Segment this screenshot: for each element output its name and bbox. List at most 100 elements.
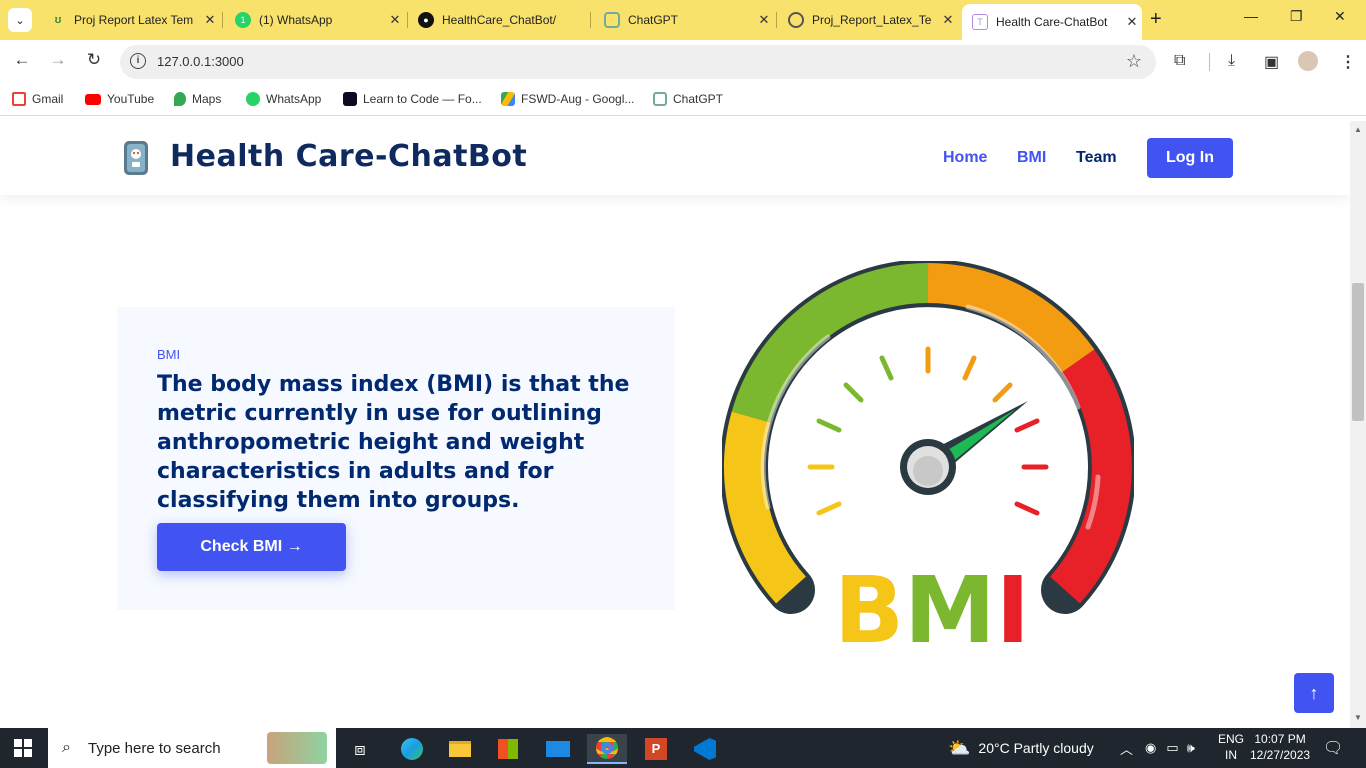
bookmarks-bar: Gmail YouTube Maps WhatsApp Learn to Cod…: [0, 84, 1366, 116]
bookmark-gmail[interactable]: Gmail: [12, 92, 63, 106]
tab-search-button[interactable]: ⌄: [8, 8, 32, 32]
side-panel-icon[interactable]: ▣: [1264, 52, 1279, 72]
close-window-button[interactable]: ✕: [1334, 8, 1346, 25]
mail-icon[interactable]: [538, 734, 578, 764]
new-tab-button[interactable]: +: [1150, 8, 1162, 31]
clock-time: 10:07 PM: [1254, 732, 1306, 746]
star-icon[interactable]: ☆: [1126, 51, 1142, 72]
gauge-label-i: I: [995, 557, 1030, 664]
download-icon[interactable]: ⤓: [1228, 52, 1235, 70]
bookmark-chatgpt[interactable]: ChatGPT: [653, 92, 723, 106]
youtube-icon: [85, 93, 101, 105]
tray-icons[interactable]: ︿ ◉ ▭ 🕪: [1120, 728, 1195, 768]
overleaf-icon: ʊ: [54, 14, 62, 26]
page-scrollbar[interactable]: ▲ ▼: [1350, 121, 1366, 728]
close-icon[interactable]: ✕: [200, 12, 220, 28]
edge-icon[interactable]: [392, 734, 432, 764]
tab-strip: ⌄ ʊ Proj Report Latex Tem ✕ 1 (1) WhatsA…: [0, 0, 1366, 40]
store-icon[interactable]: [488, 734, 528, 764]
vscode-icon[interactable]: [685, 734, 725, 764]
weather-icon: ⛅: [948, 737, 971, 758]
gauge-label-m: M: [904, 557, 996, 664]
chrome-icon[interactable]: [587, 734, 627, 764]
tab-health-care-chatbot[interactable]: T Health Care-ChatBot ✕: [962, 4, 1142, 40]
volume-icon[interactable]: 🕪: [1187, 740, 1195, 756]
arrow-up-icon: ↑: [1309, 682, 1319, 703]
tab-proj-report[interactable]: ʊ Proj Report Latex Tem ✕: [40, 4, 220, 36]
minimize-button[interactable]: —: [1244, 8, 1258, 24]
tab-chatgpt[interactable]: ChatGPT ✕: [594, 4, 774, 36]
reload-button[interactable]: ↻: [82, 50, 106, 70]
bookmark-freecodecamp[interactable]: Learn to Code — Fo...: [343, 92, 482, 106]
region-label: IN: [1225, 748, 1237, 762]
freecodecamp-icon: [343, 92, 357, 106]
search-icon: ⌕: [62, 739, 71, 756]
file-explorer-icon[interactable]: [440, 734, 480, 764]
nav-team[interactable]: Team: [1076, 149, 1117, 167]
avatar[interactable]: [1298, 51, 1318, 71]
chatbot-logo-icon: [124, 141, 148, 175]
scroll-thumb[interactable]: [1352, 283, 1364, 421]
login-button[interactable]: Log In: [1147, 138, 1233, 178]
info-icon[interactable]: i: [130, 53, 146, 69]
clock-date: 12/27/2023: [1250, 748, 1311, 762]
browser-toolbar: ← → ↻ i 127.0.0.1:3000 ☆ ⧉ ⤓ ▣ ⋮: [0, 40, 1366, 84]
language-indicator[interactable]: ENG IN: [1218, 731, 1244, 763]
section-tag: BMI: [157, 347, 181, 362]
tab-separator: [222, 12, 223, 28]
bookmark-youtube[interactable]: YouTube: [85, 92, 154, 106]
battery-icon[interactable]: ▭: [1166, 740, 1178, 756]
tab-proj-report-2[interactable]: Proj_Report_Latex_Te ✕: [778, 4, 958, 36]
back-button[interactable]: ←: [10, 50, 34, 70]
notification-icon[interactable]: 🗨: [1323, 728, 1343, 768]
weather-widget[interactable]: ⛅ 20°C Partly cloudy: [948, 728, 1094, 768]
bookmark-maps[interactable]: Maps: [174, 92, 221, 106]
chatgpt-icon: [604, 12, 620, 28]
chevron-up-icon[interactable]: ︿: [1120, 739, 1133, 758]
search-highlight-icon: [266, 732, 327, 764]
gmail-icon: [12, 92, 26, 106]
close-icon[interactable]: ✕: [385, 12, 405, 28]
system-clock[interactable]: 10:07 PM 12/27/2023: [1250, 731, 1310, 763]
web-page: Health Care-ChatBot Home BMI Team Log In…: [0, 121, 1350, 728]
close-icon[interactable]: ✕: [938, 12, 958, 28]
bmi-info-card: BMI The body mass index (BMI) is that th…: [117, 307, 675, 610]
close-icon[interactable]: ✕: [754, 12, 774, 28]
restore-button[interactable]: ❐: [1290, 8, 1303, 25]
task-view-icon[interactable]: ⧈: [340, 734, 380, 764]
nav-bmi[interactable]: BMI: [1017, 149, 1046, 167]
scroll-down-arrow[interactable]: ▼: [1354, 713, 1362, 722]
windows-taskbar: ⌕ Type here to search ⧈ P ⛅ 20°C Partly …: [0, 728, 1366, 768]
page-icon: T: [972, 14, 988, 30]
close-icon[interactable]: ✕: [1122, 14, 1142, 30]
bmi-gauge-illustration: BMI: [720, 259, 1136, 661]
extensions-icon[interactable]: ⧉: [1174, 52, 1185, 70]
bookmark-whatsapp[interactable]: WhatsApp: [246, 92, 321, 106]
tab-separator: [776, 12, 777, 28]
site-header: Health Care-ChatBot Home BMI Team Log In: [0, 121, 1350, 195]
address-bar[interactable]: i 127.0.0.1:3000 ☆: [120, 45, 1156, 79]
meet-now-icon[interactable]: ◉: [1145, 740, 1156, 756]
windows-start-icon[interactable]: [14, 739, 32, 757]
maps-icon: [174, 92, 186, 106]
drive-icon: [501, 92, 515, 106]
scroll-up-arrow[interactable]: ▲: [1354, 125, 1362, 134]
toolbar-divider: [1209, 53, 1210, 71]
back-to-top-button[interactable]: ↑: [1294, 673, 1334, 713]
forward-button[interactable]: →: [46, 50, 70, 70]
url-text[interactable]: 127.0.0.1:3000: [157, 54, 244, 69]
globe-icon: [788, 12, 804, 28]
check-bmi-button[interactable]: Check BMI →: [157, 523, 346, 571]
powerpoint-icon[interactable]: P: [636, 734, 676, 764]
tab-github[interactable]: ● HealthCare_ChatBot/: [408, 4, 588, 36]
weather-text: 20°C Partly cloudy: [978, 740, 1094, 756]
site-brand[interactable]: Health Care-ChatBot: [170, 139, 527, 174]
menu-icon[interactable]: ⋮: [1340, 52, 1356, 72]
taskbar-search[interactable]: ⌕ Type here to search: [48, 728, 336, 768]
language-label: ENG: [1218, 732, 1245, 746]
nav-home[interactable]: Home: [943, 149, 987, 167]
github-icon: ●: [418, 12, 434, 28]
tab-whatsapp[interactable]: 1 (1) WhatsApp ✕: [225, 4, 405, 36]
bookmark-drive[interactable]: FSWD-Aug - Googl...: [501, 92, 634, 106]
bmi-description: The body mass index (BMI) is that the me…: [157, 372, 630, 513]
